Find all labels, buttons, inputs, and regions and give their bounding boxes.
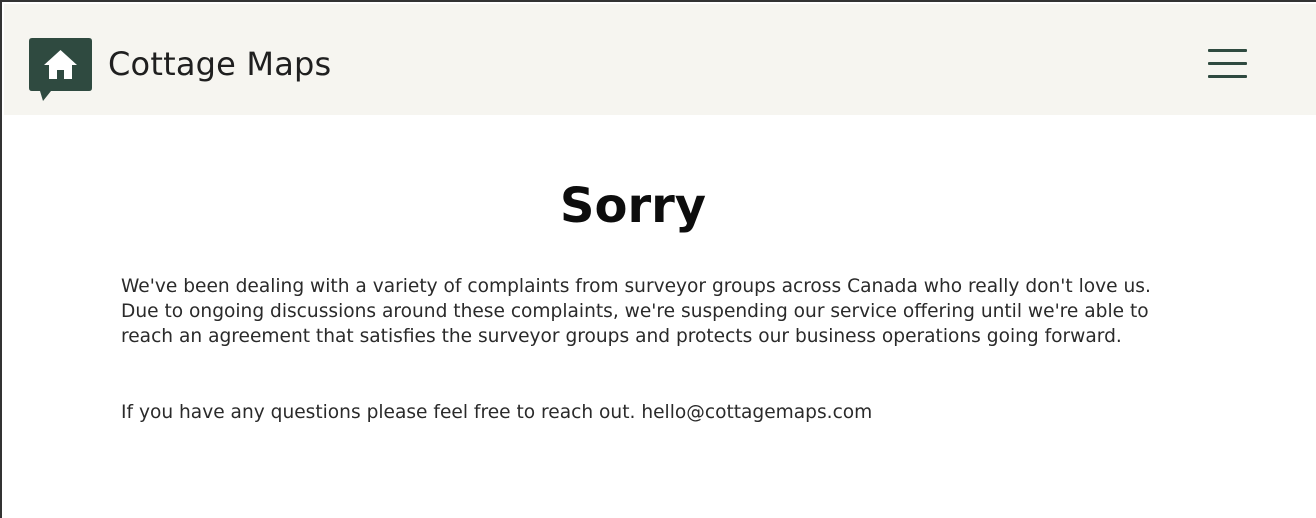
house-speech-bubble-icon xyxy=(29,38,92,101)
contact-email-link[interactable]: hello@cottagemaps.com xyxy=(641,402,872,423)
contact-line: If you have any questions please feel fr… xyxy=(121,400,1151,425)
logo-home-link[interactable] xyxy=(29,38,92,101)
site-header: Cottage Maps xyxy=(4,4,1316,115)
contact-text: If you have any questions please feel fr… xyxy=(121,402,636,423)
brand-name[interactable]: Cottage Maps xyxy=(108,45,331,83)
page-title: Sorry xyxy=(559,178,707,234)
page-frame: Cottage Maps Sorry We've been dealing wi… xyxy=(0,0,1316,518)
suspension-message: We've been dealing with a variety of com… xyxy=(121,276,1151,347)
menu-button[interactable] xyxy=(1204,44,1252,84)
